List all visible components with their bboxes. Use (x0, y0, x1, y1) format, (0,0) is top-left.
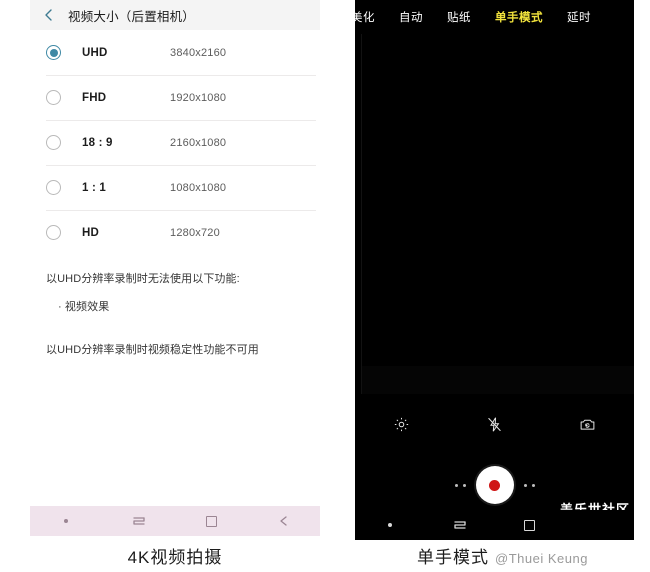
tab-sticker[interactable]: 贴纸 (435, 9, 483, 25)
video-size-settings-panel: 视频大小（后置相机） UHD 3840x2160 FHD 1920x1080 1… (30, 0, 320, 572)
back-arrow-icon[interactable] (248, 514, 321, 528)
option-value: 1080x1080 (170, 181, 227, 194)
home-square-icon[interactable] (175, 515, 248, 527)
option-row-hd[interactable]: HD 1280x720 (30, 210, 320, 255)
attribution-label: @Thuei Keung (495, 551, 588, 566)
screenshot-root: 视频大小（后置相机） UHD 3840x2160 FHD 1920x1080 1… (0, 0, 650, 572)
android-navbar-right (355, 510, 634, 540)
tab-beauty[interactable]: 美化 (355, 9, 387, 25)
camera-panel: 美化 自动 贴纸 单手模式 延时 (355, 0, 634, 540)
viewfinder-bottom-band (362, 366, 634, 394)
flash-off-icon[interactable] (448, 416, 541, 433)
camera-viewfinder[interactable] (361, 34, 634, 394)
right-caption-label: 单手模式 (417, 548, 490, 567)
option-row-fhd[interactable]: FHD 1920x1080 (30, 75, 320, 120)
settings-header: 视频大小（后置相机） (30, 0, 320, 30)
radio-1-1[interactable] (46, 180, 61, 195)
option-label: UHD (82, 46, 108, 59)
shutter-dots-right (523, 483, 535, 487)
option-value: 3840x2160 (170, 46, 227, 59)
record-indicator (489, 479, 500, 491)
radio-18-9[interactable] (46, 135, 61, 150)
tab-timelapse[interactable]: 延时 (555, 9, 603, 25)
option-value: 2160x1080 (170, 136, 227, 149)
gear-icon[interactable] (355, 416, 448, 433)
camera-mode-tabs: 美化 自动 贴纸 单手模式 延时 (355, 0, 634, 34)
back-chevron-icon[interactable] (38, 4, 60, 26)
android-navbar-left (30, 506, 320, 536)
option-value: 1920x1080 (170, 91, 227, 104)
option-row-18-9[interactable]: 18 : 9 2160x1080 (30, 120, 320, 165)
tab-one-handed-mode[interactable]: 单手模式 (483, 9, 555, 25)
camera-switch-icon[interactable] (541, 416, 634, 433)
note-line-2: 以UHD分辨率录制时视频稳定性功能不可用 (46, 344, 259, 357)
page-title: 视频大小（后置相机） (68, 9, 196, 24)
note-line-1: 以UHD分辨率录制时无法使用以下功能: (46, 273, 240, 285)
radio-fhd[interactable] (46, 90, 61, 105)
record-shutter-button[interactable] (475, 466, 514, 504)
note-bullet-1: · 视频效果 (58, 300, 110, 313)
radio-uhd[interactable] (46, 45, 61, 60)
right-caption: 单手模式 @Thuei Keung (355, 543, 650, 568)
shutter-dots-left (454, 483, 466, 487)
tab-auto[interactable]: 自动 (387, 9, 435, 25)
home-square-icon[interactable] (495, 519, 565, 531)
uhd-notes: 以UHD分辨率录制时无法使用以下功能: · 视频效果 以UHD分辨率录制时视频稳… (30, 255, 320, 360)
left-caption: 4K视频拍摄 (127, 548, 223, 567)
option-label: 18 : 9 (82, 136, 113, 149)
camera-controls-row (355, 404, 634, 444)
nav-dot-icon (30, 519, 103, 523)
resolution-options-list: UHD 3840x2160 FHD 1920x1080 18 : 9 2160x… (30, 30, 320, 255)
option-row-1-1[interactable]: 1 : 1 1080x1080 (30, 165, 320, 210)
option-label: 1 : 1 (82, 181, 107, 194)
radio-hd[interactable] (46, 225, 61, 240)
recents-icon[interactable] (103, 515, 176, 527)
nav-dot-icon (355, 523, 425, 527)
option-row-uhd[interactable]: UHD 3840x2160 (30, 30, 320, 75)
recents-icon[interactable] (425, 519, 495, 531)
option-value: 1280x720 (170, 226, 220, 239)
option-label: FHD (82, 91, 107, 104)
option-label: HD (82, 226, 100, 239)
